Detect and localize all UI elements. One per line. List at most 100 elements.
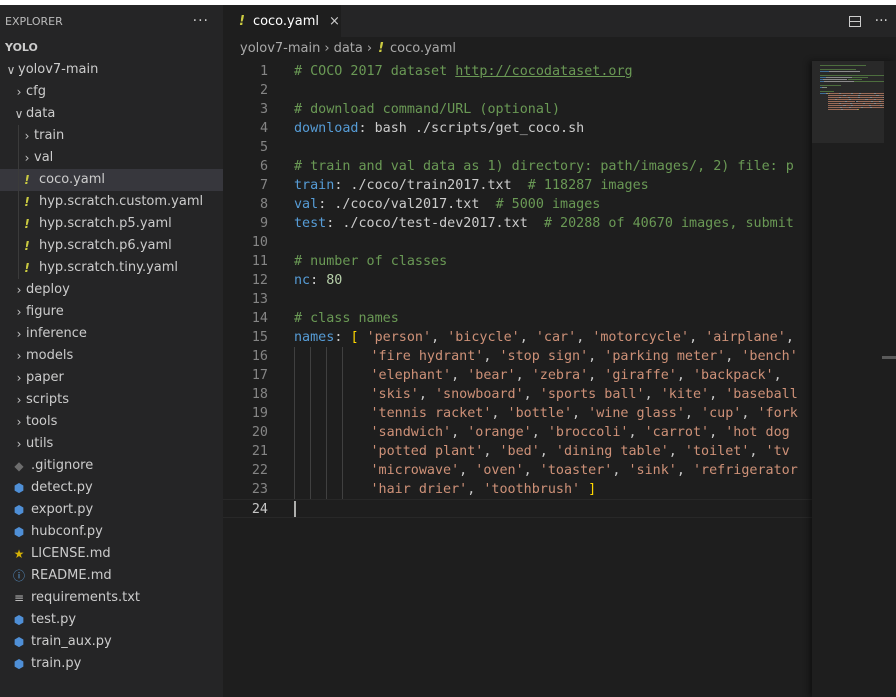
file-hyp-scratch-p5-yaml[interactable]: ! hyp.scratch.p5.yaml [0,213,223,235]
file-hyp-scratch-tiny-yaml[interactable]: ! hyp.scratch.tiny.yaml [0,257,223,279]
code-token: 'person' [366,330,432,345]
minimap-line [820,65,842,66]
code-token: : ./coco/test-dev2017.txt [326,216,544,231]
tab-coco-yaml[interactable]: ! coco.yaml × [223,5,341,37]
code-line[interactable]: 23 'hair drier', 'toothbrush' ] [223,480,812,499]
folder-yolov7-main[interactable]: ∨ yolov7-main [0,59,223,81]
breadcrumb-file[interactable]: coco.yaml [390,41,456,56]
code-line[interactable]: 12 nc: 80 [223,271,812,290]
code-line[interactable]: 21 'potted plant', 'bed', 'dining table',… [223,442,812,461]
code-line[interactable]: 1 # COCO 2017 dataset http://cocodataset.… [223,62,812,81]
workspace-root[interactable]: YOLO [0,37,223,59]
indent-guide [342,423,344,442]
code-text: test: ./coco/test-dev2017.txt # 20288 of… [294,214,794,233]
minimap-line [828,99,835,100]
indent-guide [294,404,295,423]
code-line[interactable]: 9 test: ./coco/test-dev2017.txt # 20288 o… [223,214,812,233]
chevron-right-icon: › [24,129,30,143]
code-line[interactable]: 7 train: ./coco/train2017.txt # 118287 im… [223,176,812,195]
folder-cfg[interactable]: › cfg [0,81,223,103]
code-editor[interactable]: 1 # COCO 2017 dataset http://cocodataset.… [223,61,812,697]
file-license-md[interactable]: ★ LICENSE.md [0,543,223,565]
file-readme-md[interactable]: ⓘ README.md [0,565,223,587]
code-line[interactable]: 4 download: bash ./scripts/get_coco.sh [223,119,812,138]
code-line[interactable]: 16 'fire hydrant', 'stop sign', 'parking … [223,347,812,366]
code-line[interactable]: 24 [223,499,812,518]
folder-paper[interactable]: › paper [0,367,223,389]
file-test-py[interactable]: ⬢ test.py [0,609,223,631]
code-line[interactable]: 20 'sandwich', 'orange', 'broccoli', 'car… [223,423,812,442]
folder-val[interactable]: › val [0,147,223,169]
code-line[interactable]: 22 'microwave', 'oven', 'toaster', 'sink'… [223,461,812,480]
split-editor-icon[interactable] [848,15,861,27]
code-token: , [725,349,742,364]
minimap-line [851,77,869,78]
code-token: , [523,387,540,402]
minimap[interactable] [812,61,896,697]
code-line[interactable]: 2 [223,81,812,100]
line-number: 16 [251,349,268,364]
file-coco-yaml[interactable]: ! coco.yaml [0,169,223,191]
file-train-py[interactable]: ⬢ train.py [0,653,223,675]
minimap-line [824,87,827,88]
code-token: , [684,406,702,421]
code-line[interactable]: 10 [223,233,812,252]
code-token: 'sink' [628,463,677,478]
code-line[interactable]: 3 # download command/URL (optional) [223,100,812,119]
minimap-line [841,103,850,104]
code-line[interactable]: 15 names: [ 'person', 'bicycle', 'car', '… [223,328,812,347]
code-token: 'carrot' [644,425,710,440]
folder-utils[interactable]: › utils [0,433,223,455]
folder-figure[interactable]: › figure [0,301,223,323]
close-icon[interactable]: × [329,14,340,29]
code-line[interactable]: 13 [223,290,812,309]
minimap-viewport[interactable] [812,61,884,143]
code-line[interactable]: 6 # train and val data as 1) directory: p… [223,157,812,176]
code-line[interactable]: 14 # class names [223,309,812,328]
code-text: 'hair drier', 'toothbrush' ] [370,480,596,499]
code-line[interactable]: 18 'skis', 'snowboard', 'sports ball', 'k… [223,385,812,404]
file-export-py[interactable]: ⬢ export.py [0,499,223,521]
breadcrumb-folder-data[interactable]: data [334,41,363,56]
indent-guide [18,257,19,279]
folder-scripts[interactable]: › scripts [0,389,223,411]
code-line[interactable]: 8 val: ./coco/val2017.txt # 5000 images [223,195,812,214]
folder-data[interactable]: ∨ data [0,103,223,125]
file-gitignore[interactable]: ◆ .gitignore [0,455,223,477]
tree-item-label: figure [26,304,64,319]
folder-train[interactable]: › train [0,125,223,147]
chevron-right-icon: › [16,371,22,385]
code-token: , [628,425,645,440]
code-line[interactable]: 19 'tennis racket', 'bottle', 'wine glass… [223,404,812,423]
code-line[interactable]: 17 'elephant', 'bear', 'zebra', 'giraffe'… [223,366,812,385]
folder-tools[interactable]: › tools [0,411,223,433]
breadcrumb: yolov7-main › data ›! coco.yaml [240,37,456,61]
code-line[interactable]: 5 [223,138,812,157]
file-requirements-txt[interactable]: ≡ requirements.txt [0,587,223,609]
folder-models[interactable]: › models [0,345,223,367]
file-hyp-scratch-p6-yaml[interactable]: ! hyp.scratch.p6.yaml [0,235,223,257]
folder-deploy[interactable]: › deploy [0,279,223,301]
minimap-line [853,105,869,106]
code-line[interactable]: 11 # number of classes [223,252,812,271]
explorer-more-icon[interactable]: ··· [193,13,209,29]
line-number: 6 [259,159,268,174]
editor-actions: ··· [848,5,888,37]
minimap-line [828,103,839,104]
file-train-aux-py[interactable]: ⬢ train_aux.py [0,631,223,653]
editor-more-icon[interactable]: ··· [875,13,888,29]
code-token: # train and val data as 1) directory: pa… [294,159,794,174]
folder-inference[interactable]: › inference [0,323,223,345]
file-hubconf-py[interactable]: ⬢ hubconf.py [0,521,223,543]
code-token: 'broccoli' [547,425,629,440]
code-token: : ./coco/val2017.txt [318,197,496,212]
file-detect-py[interactable]: ⬢ detect.py [0,477,223,499]
minimap-line [828,71,860,72]
breadcrumb-folder-root[interactable]: yolov7-main [240,41,320,56]
file-hyp-scratch-custom-yaml[interactable]: ! hyp.scratch.custom.yaml [0,191,223,213]
line-number: 17 [251,368,268,383]
minimap-line [880,101,884,102]
vertical-scrollbar-thumb[interactable] [882,356,896,359]
code-token[interactable]: http://cocodataset.org [455,64,632,79]
